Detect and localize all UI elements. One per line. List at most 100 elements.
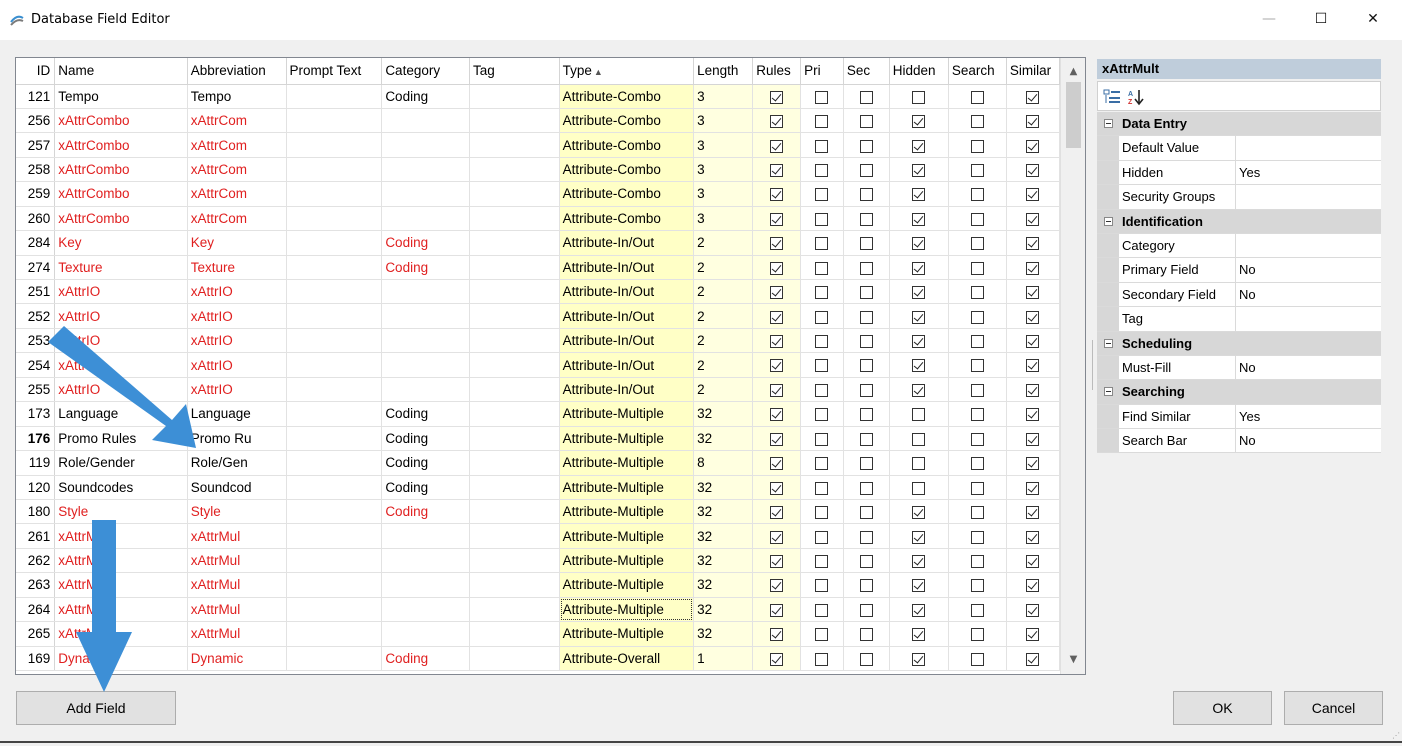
sec-checkbox[interactable] (859, 652, 873, 666)
cell-name[interactable]: xAttrMult (54, 597, 188, 623)
search-checkbox[interactable] (970, 163, 984, 177)
cell-prompt-text[interactable] (286, 132, 383, 158)
cell-prompt-text[interactable] (286, 548, 383, 574)
table-row[interactable]: 120 Soundcodes Soundcod Coding Attribute-Mul… (16, 475, 1060, 500)
similar-checkbox[interactable] (1026, 432, 1040, 446)
col-header-search[interactable]: Search (948, 58, 1007, 85)
cell-category[interactable] (381, 157, 470, 183)
pri-checkbox[interactable] (815, 261, 829, 275)
cell-length[interactable]: 32 (693, 621, 754, 647)
similar-checkbox[interactable] (1026, 383, 1040, 397)
cell-tag[interactable] (469, 475, 560, 500)
similar-checkbox[interactable] (1026, 579, 1040, 593)
rules-checkbox[interactable] (770, 212, 784, 226)
cell-length[interactable]: 3 (693, 206, 754, 232)
cell-name[interactable]: xAttrIO (54, 328, 188, 354)
rules-checkbox[interactable] (770, 481, 784, 495)
rules-checkbox[interactable] (770, 115, 784, 129)
cell-category[interactable] (381, 621, 470, 647)
cell-abbreviation[interactable]: Language (187, 401, 287, 427)
sec-checkbox[interactable] (859, 139, 873, 153)
cell-name[interactable]: Language (54, 401, 188, 427)
cell-name[interactable]: xAttrMult (54, 572, 188, 598)
cell-length[interactable]: 32 (693, 426, 754, 452)
col-header-abbreviation[interactable]: Abbreviation (187, 58, 287, 85)
pri-checkbox[interactable] (815, 237, 829, 251)
cell-type[interactable]: Attribute-Multiple (559, 621, 695, 647)
categorized-icon[interactable] (1101, 86, 1123, 108)
cell-abbreviation[interactable]: Dynamic (187, 646, 287, 672)
hidden-checkbox[interactable] (912, 139, 926, 153)
cell-length[interactable]: 2 (693, 279, 754, 305)
search-checkbox[interactable] (970, 383, 984, 397)
cell-category[interactable] (381, 108, 470, 134)
sec-checkbox[interactable] (859, 335, 873, 349)
table-row[interactable]: 252 xAttrIO xAttrIO Attribute-In/Out 2 (16, 303, 1060, 329)
property-category[interactable]: Scheduling (1097, 331, 1381, 356)
col-header-rules[interactable]: Rules (752, 58, 802, 85)
cell-type[interactable]: Attribute-In/Out (559, 352, 695, 378)
search-checkbox[interactable] (970, 90, 984, 104)
collapse-icon[interactable] (1097, 380, 1119, 404)
cell-type[interactable]: Attribute-Multiple (559, 401, 695, 427)
cell-abbreviation[interactable]: Role/Gen (187, 450, 287, 476)
table-row[interactable]: 119 Role/Gender Role/Gen Coding Attribute-Mu… (16, 450, 1060, 476)
search-checkbox[interactable] (970, 261, 984, 275)
hidden-checkbox[interactable] (912, 261, 926, 275)
similar-checkbox[interactable] (1026, 481, 1040, 495)
cell-tag[interactable] (469, 499, 560, 525)
pri-checkbox[interactable] (815, 554, 829, 568)
property-row[interactable]: Secondary Field No (1097, 282, 1381, 308)
sec-checkbox[interactable] (859, 286, 873, 300)
cell-prompt-text[interactable] (286, 523, 383, 549)
rules-checkbox[interactable] (770, 335, 784, 349)
similar-checkbox[interactable] (1026, 310, 1040, 324)
rules-checkbox[interactable] (770, 432, 784, 446)
vertical-scrollbar[interactable]: ▲ ▼ (1060, 58, 1085, 674)
col-header-similar[interactable]: Similar (1006, 58, 1060, 85)
cell-category[interactable] (381, 352, 470, 378)
cell-prompt-text[interactable] (286, 84, 383, 109)
table-row[interactable]: 274 Texture Texture Coding Attribute-In/Out 2 (16, 255, 1060, 281)
search-checkbox[interactable] (970, 481, 984, 495)
rules-checkbox[interactable] (770, 261, 784, 275)
cell-category[interactable] (381, 328, 470, 354)
cell-abbreviation[interactable]: xAttrMul (187, 523, 287, 549)
similar-checkbox[interactable] (1026, 115, 1040, 129)
cell-abbreviation[interactable]: xAttrCom (187, 157, 287, 183)
sec-checkbox[interactable] (859, 408, 873, 422)
col-header-pri[interactable]: Pri (800, 58, 844, 85)
pri-checkbox[interactable] (815, 408, 829, 422)
cell-tag[interactable] (469, 646, 560, 672)
property-row[interactable]: Default Value (1097, 136, 1381, 161)
cell-category[interactable]: Coding (381, 426, 470, 452)
cell-name[interactable]: xAttrIO (54, 279, 188, 305)
cell-length[interactable]: 2 (693, 352, 754, 378)
property-row[interactable]: Category (1097, 233, 1381, 259)
rules-checkbox[interactable] (770, 188, 784, 202)
property-value[interactable] (1236, 233, 1381, 258)
sec-checkbox[interactable] (859, 115, 873, 129)
cell-id[interactable]: 255 (16, 377, 56, 403)
sec-checkbox[interactable] (859, 237, 873, 251)
cell-prompt-text[interactable] (286, 401, 383, 427)
cell-abbreviation[interactable]: xAttrIO (187, 279, 287, 305)
cell-length[interactable]: 1 (693, 646, 754, 672)
cell-prompt-text[interactable] (286, 597, 383, 623)
table-row[interactable]: 260 xAttrCombo xAttrCom Attribute-Combo 3 (16, 206, 1060, 232)
pri-checkbox[interactable] (815, 628, 829, 642)
rules-checkbox[interactable] (770, 90, 784, 104)
cell-name[interactable]: xAttrMult (54, 523, 188, 549)
property-row[interactable]: Primary Field No (1097, 258, 1381, 283)
cell-type[interactable]: Attribute-In/Out (559, 279, 695, 305)
cell-abbreviation[interactable]: xAttrCom (187, 108, 287, 134)
cell-tag[interactable] (469, 450, 560, 476)
cell-prompt-text[interactable] (286, 621, 383, 647)
hidden-checkbox[interactable] (912, 163, 926, 177)
cell-length[interactable]: 32 (693, 523, 754, 549)
pri-checkbox[interactable] (815, 457, 829, 471)
hidden-checkbox[interactable] (912, 530, 926, 544)
similar-checkbox[interactable] (1026, 335, 1040, 349)
cell-tag[interactable] (469, 255, 560, 281)
hidden-checkbox[interactable] (912, 457, 926, 471)
